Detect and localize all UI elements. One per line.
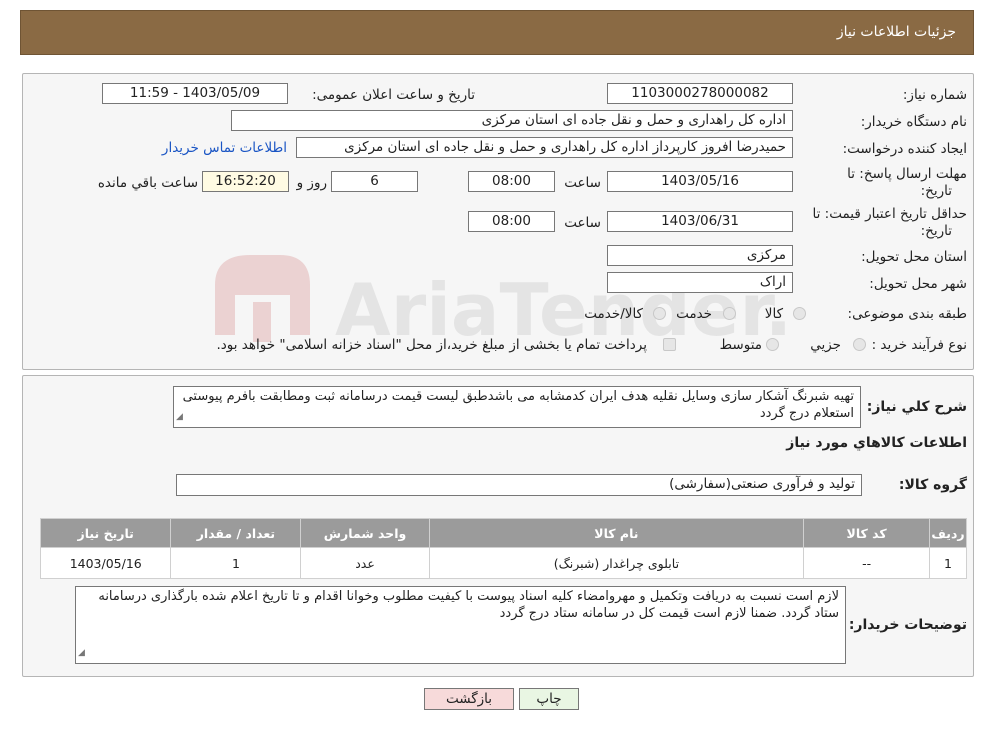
buyer-org-label: نام دستگاه خریدار: <box>860 114 967 130</box>
remaining-days-field: 6 <box>331 171 418 192</box>
deadline-time-field: 08:00 <box>468 171 555 192</box>
resize-grip-icon[interactable]: ◢ <box>78 645 85 662</box>
col-row: رديف <box>929 518 967 548</box>
remaining-time-field: 16:52:20 <box>202 171 289 192</box>
process-minor-radio[interactable] <box>853 338 866 351</box>
validity-label: حداقل تاریخ اعتبار قیمت: تا <box>812 206 967 222</box>
cell-date: 1403/05/16 <box>39 547 172 579</box>
process-minor-label: جزیي <box>810 337 841 353</box>
cell-code: -- <box>803 547 931 579</box>
validity-time-field: 08:00 <box>468 211 555 232</box>
page-header: جزئیات اطلاعات نیاز <box>20 10 974 55</box>
need-number-field: 1103000278000082 <box>607 83 793 104</box>
deadline-label-2: تاریخ: <box>920 183 952 199</box>
need-number-label: شماره نیاز: <box>902 87 967 103</box>
back-button[interactable]: بازگشت <box>424 688 514 710</box>
deadline-date-field: 1403/05/16 <box>607 171 793 192</box>
goods-group-label: گروه کالا: <box>898 477 967 493</box>
announce-datetime-field: 1403/05/09 - 11:59 <box>102 83 288 104</box>
col-unit: واحد شمارش <box>300 518 430 548</box>
requester-field: حمیدرضا افروز کارپرداز اداره کل راهداری … <box>296 137 793 158</box>
page-title: جزئیات اطلاعات نیاز <box>836 24 956 40</box>
goods-group-field: تولید و فرآوری صنعتی(سفارشی) <box>176 474 862 496</box>
requester-label: ایجاد کننده درخواست: <box>842 141 967 157</box>
col-name: نام کالا <box>428 518 805 548</box>
buyer-notes-text: لازم است نسبت به دریافت وتکمیل و مهروامض… <box>98 589 839 621</box>
buyer-org-field: اداره کل راهداری و حمل و نقل جاده ای است… <box>231 110 793 131</box>
print-button[interactable]: چاپ <box>519 688 579 710</box>
category-goods-label: کالا <box>764 306 783 322</box>
process-medium-radio[interactable] <box>766 338 779 351</box>
treasury-note: پرداخت تمام یا بخشی از مبلغ خرید،از محل … <box>216 337 647 353</box>
description-textarea: تهیه شبرنگ آشکار سازی وسایل نقلیه هدف ای… <box>173 386 861 428</box>
buyer-contact-link[interactable]: اطلاعات تماس خریدار <box>162 140 287 156</box>
validity-label-2: تاریخ: <box>920 223 952 239</box>
col-code: کد کالا <box>803 518 931 548</box>
description-label: شرح کلي نياز: <box>866 399 967 415</box>
goods-table: رديف کد کالا نام کالا واحد شمارش تعداد /… <box>39 518 967 579</box>
cell-unit: عدد <box>300 547 430 579</box>
validity-time-label: ساعت <box>564 215 601 231</box>
treasury-checkbox[interactable] <box>663 338 676 351</box>
category-label: طبقه بندی موضوعی: <box>847 306 967 322</box>
city-label: شهر محل تحویل: <box>869 276 967 292</box>
announce-datetime-label: تاریخ و ساعت اعلان عمومی: <box>312 87 475 103</box>
remaining-time-label: ساعت باقي مانده <box>97 175 198 191</box>
validity-date-field: 1403/06/31 <box>607 211 793 232</box>
cell-name: تابلوی چراغدار (شبرنگ) <box>428 547 805 579</box>
province-field: مرکزی <box>607 245 793 266</box>
city-field: اراک <box>607 272 793 293</box>
description-text: تهیه شبرنگ آشکار سازی وسایل نقلیه هدف ای… <box>182 389 854 421</box>
deadline-time-label: ساعت <box>564 175 601 191</box>
process-label: نوع فرآیند خرید : <box>871 337 967 353</box>
process-medium-label: متوسط <box>719 337 762 353</box>
table-header-row: رديف کد کالا نام کالا واحد شمارش تعداد /… <box>39 518 967 548</box>
col-date: تاريخ نياز <box>39 518 172 548</box>
days-label: روز و <box>296 175 327 191</box>
resize-grip-icon[interactable]: ◢ <box>176 409 183 426</box>
goods-info-title: اطلاعات کالاهاي مورد نياز <box>786 435 967 451</box>
cell-qty: 1 <box>170 547 302 579</box>
buyer-notes-textarea: لازم است نسبت به دریافت وتکمیل و مهروامض… <box>75 586 846 664</box>
category-both-radio[interactable] <box>653 307 666 320</box>
category-service-label: خدمت <box>676 306 712 322</box>
cell-row: 1 <box>929 547 967 579</box>
table-row: 1 -- تابلوی چراغدار (شبرنگ) عدد 1 1403/0… <box>39 547 967 579</box>
deadline-label: مهلت ارسال پاسخ: تا <box>847 166 967 182</box>
category-service-radio[interactable] <box>723 307 736 320</box>
province-label: استان محل تحویل: <box>861 249 967 265</box>
category-goods-radio[interactable] <box>793 307 806 320</box>
col-qty: تعداد / مقدار <box>170 518 302 548</box>
buyer-notes-label: توضیحات خریدار: <box>848 617 967 633</box>
category-both-label: کالا/خدمت <box>584 306 643 322</box>
